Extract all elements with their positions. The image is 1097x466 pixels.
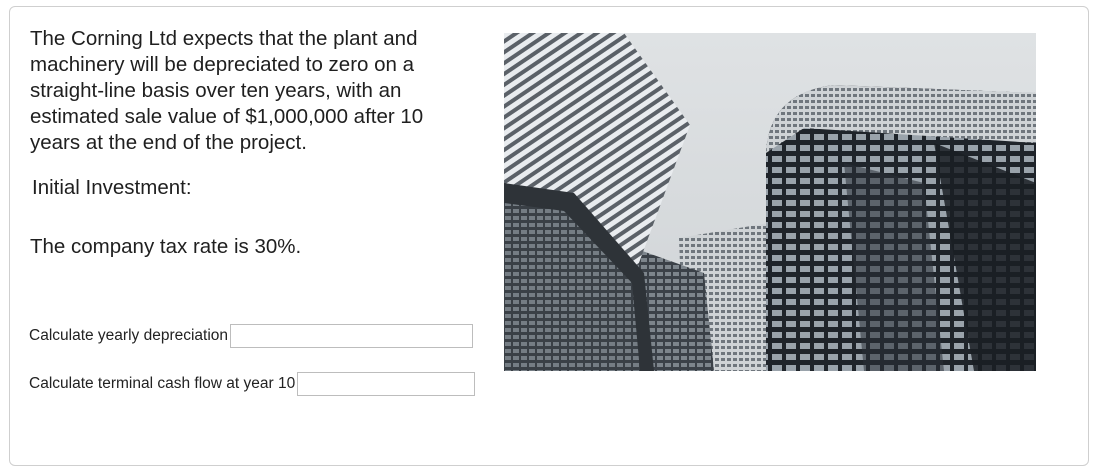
terminal-cash-flow-question-label: Calculate terminal cash flow at year 10 xyxy=(29,375,296,392)
depreciation-question-label: Calculate yearly depreciation xyxy=(29,327,229,344)
depreciation-question-row: Calculate yearly depreciation xyxy=(29,324,474,348)
terminal-cash-flow-answer-input[interactable] xyxy=(297,372,476,396)
question-intro-text: The Corning Ltd expects that the plant a… xyxy=(30,27,424,154)
tax-rate-text: The company tax rate is 30%. xyxy=(30,235,302,258)
skyscrapers-photo xyxy=(504,33,1036,371)
initial-investment-label: Initial Investment: xyxy=(32,176,192,199)
terminal-cash-flow-question-row: Calculate terminal cash flow at year 10 xyxy=(29,372,476,396)
depreciation-answer-input[interactable] xyxy=(230,324,474,348)
